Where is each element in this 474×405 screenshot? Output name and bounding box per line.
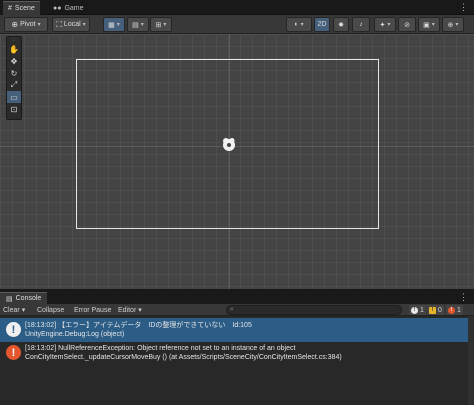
chevron-down-icon: ▾ [300, 22, 304, 28]
log-entry-line2: UnityEngine.Debug:Log (object) [25, 331, 125, 338]
transform-tools-palette: ∷∷ ✋ ✥ ↻ ⤢ ▭ ⊡ [6, 36, 22, 120]
gizmos-icon: ⊕ [447, 21, 454, 29]
hand-tool-icon[interactable]: ✋ [7, 43, 21, 55]
error-count: 1 [457, 306, 461, 314]
hidden-objects-toggle[interactable]: ⊘ [398, 17, 416, 32]
tab-scene[interactable]: # Scene [3, 1, 40, 15]
audio-toggle[interactable]: ♪ [352, 17, 370, 32]
rotate-tool-icon[interactable]: ↻ [7, 67, 21, 79]
log-entry-text: [18:13:02] NullReferenceException: Objec… [25, 344, 342, 362]
pivot-dropdown[interactable]: ⊕ Pivot ▾ [4, 17, 48, 32]
pivot-icon: ⊕ [11, 20, 19, 29]
error-count-toggle[interactable]: ! 1 [446, 305, 463, 315]
shaded-sphere-icon: ◐ [294, 21, 299, 28]
console-menu-icon[interactable]: ⋮ [459, 292, 468, 303]
scene-toolbar: ⊕ Pivot ▾ ⛶ Local ▾ ▦ ▾ ▤ ▾ ⊞ ▾ ◐ ▾ 2D ✹ ♪ [0, 15, 474, 34]
editor-dropdown[interactable]: Editor ▾ [118, 305, 142, 315]
console-search-input[interactable]: ⌕ [226, 305, 402, 315]
local-label: Local [63, 21, 81, 28]
info-icon: ! [411, 306, 418, 314]
chevron-down-icon: ▾ [163, 22, 167, 28]
grid-icon: # [8, 5, 12, 12]
snap-icon: ⊞ [155, 21, 162, 29]
error-pause-label: Error Pause [74, 306, 112, 314]
info-count: 1 [420, 306, 424, 314]
log-entry-line2: ConCityItemSelect._updateCursorMoveBuy (… [25, 354, 342, 361]
grid-visibility-button[interactable]: ▤ ▾ [127, 17, 149, 32]
collapse-label: Collapse [37, 306, 65, 314]
chevron-down-icon: ▾ [455, 22, 459, 28]
grid-icon: ▤ [132, 21, 139, 29]
audio-icon: ♪ [359, 21, 363, 28]
pivot-label: Pivot [20, 21, 36, 28]
gamepad-icon: ●● [53, 4, 62, 12]
error-pause-toggle[interactable]: Error Pause [74, 305, 111, 315]
chevron-down-icon: ▾ [37, 22, 41, 28]
clear-button[interactable]: Clear ▾ [3, 305, 25, 315]
clear-label: Clear [3, 306, 20, 314]
snap-increment-button[interactable]: ⊞ ▾ [150, 17, 172, 32]
console-toolbar: Clear ▾ Collapse Error Pause Editor ▾ ⌕ … [0, 304, 474, 316]
gizmos-dropdown[interactable]: ⊕ ▾ [442, 17, 464, 32]
error-message-icon: ! [6, 345, 21, 360]
chevron-down-icon: ▾ [431, 22, 435, 28]
log-entry[interactable]: ! [18:13:02] 【エラー】アイテムデータ IDの整理ができていない I… [0, 318, 468, 342]
scene-tab-bar: # Scene ●● Game ⋮ [0, 0, 474, 15]
log-entry-line1: [18:13:02] NullReferenceException: Objec… [25, 345, 296, 352]
panel-menu-icon[interactable]: ⋮ [459, 2, 468, 13]
scene-object-gizmo-icon[interactable] [220, 135, 238, 153]
rect-tool-icon[interactable]: ▭ [7, 91, 21, 103]
tab-console[interactable]: ▤ Console [0, 292, 48, 304]
console-icon: ▤ [6, 295, 13, 303]
scene-camera-dropdown[interactable]: ▣ ▾ [418, 17, 440, 32]
chevron-down-icon: ▾ [140, 22, 144, 28]
chevron-down-icon: ▾ [116, 22, 120, 28]
chevron-down-icon: ▾ [138, 307, 142, 314]
effects-dropdown[interactable]: ✦ ▾ [374, 17, 396, 32]
info-count-toggle[interactable]: ! 1 [409, 305, 426, 315]
tab-game-label: Game [64, 4, 84, 12]
lighting-toggle[interactable]: ✹ [333, 17, 349, 32]
grid-snap-icon: ▦ [108, 21, 115, 29]
local-space-icon: ⛶ [56, 19, 62, 29]
chevron-down-icon: ▾ [387, 22, 391, 28]
lightbulb-icon: ✹ [338, 21, 344, 29]
console-tab-bar: ▤ Console ⋮ [0, 292, 474, 304]
error-icon: ! [448, 306, 455, 314]
tab-game[interactable]: ●● Game [48, 1, 89, 15]
console-tab-label: Console [15, 295, 42, 302]
console-scrollbar[interactable] [468, 316, 474, 405]
eye-slash-icon: ⊘ [404, 21, 410, 29]
chevron-down-icon: ▾ [82, 22, 86, 28]
scale-tool-icon[interactable]: ⤢ [7, 79, 21, 91]
tab-scene-label: Scene [14, 5, 35, 12]
console-log-list: ! [18:13:02] 【エラー】アイテムデータ IDの整理ができていない I… [0, 316, 474, 405]
local-dropdown[interactable]: ⛶ Local ▾ [52, 17, 90, 32]
log-entry[interactable]: ! [18:13:02] NullReferenceException: Obj… [0, 341, 468, 365]
grid-snap-button[interactable]: ▦ ▾ [103, 17, 125, 32]
collapse-toggle[interactable]: Collapse [37, 305, 64, 315]
warning-count: 0 [438, 306, 442, 314]
log-entry-line1: [18:13:02] 【エラー】アイテムデータ IDの整理ができていない Id:… [25, 322, 252, 329]
warning-icon: ! [429, 306, 436, 314]
camera-icon: ▣ [423, 21, 430, 29]
warning-count-toggle[interactable]: ! 0 [427, 305, 444, 315]
move-tool-icon[interactable]: ✥ [7, 55, 21, 67]
scene-viewport[interactable] [0, 34, 474, 289]
transform-tool-icon[interactable]: ⊡ [7, 103, 21, 115]
chevron-down-icon: ▾ [21, 307, 26, 314]
editor-label: Editor [118, 306, 137, 314]
draw-mode-dropdown[interactable]: ◐ ▾ [286, 17, 312, 32]
effects-icon: ✦ [379, 21, 386, 29]
unity-editor: # Scene ●● Game ⋮ ⊕ Pivot ▾ ⛶ Local ▾ ▦ ▾… [0, 0, 474, 405]
mode-2d-label: 2D [317, 21, 327, 28]
info-message-icon: ! [6, 322, 21, 337]
toggle-2d-button[interactable]: 2D [314, 17, 330, 32]
log-entry-text: [18:13:02] 【エラー】アイテムデータ IDの整理ができていない Id:… [25, 321, 252, 339]
search-icon: ⌕ [230, 306, 234, 313]
